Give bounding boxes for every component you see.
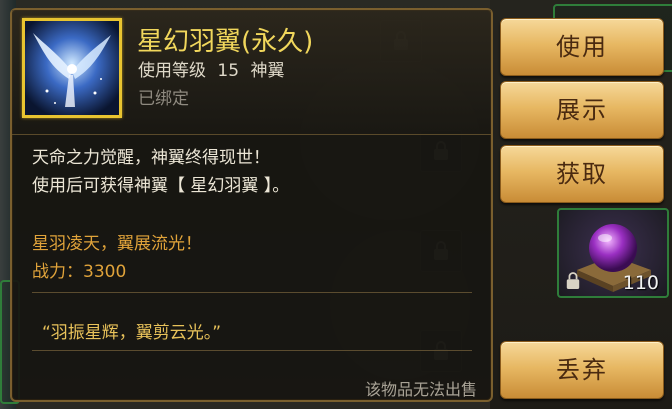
sell-restriction-note: 该物品无法出售 (364, 380, 477, 399)
item-count: 110 (622, 272, 659, 294)
item-quote: “羽振星辉，翼剪云光。” (42, 323, 222, 343)
use-button[interactable]: 使用 (500, 18, 664, 76)
lock-icon (566, 272, 580, 289)
discard-button[interactable]: 丢弃 (500, 341, 664, 399)
item-icon-frame (22, 18, 122, 118)
description-line: 使用后可获得神翼【 星幻羽翼 】。 (32, 176, 290, 196)
bind-status: 已绑定 (138, 89, 189, 109)
description-line: 天命之力觉醒，神翼终得现世！ (32, 148, 270, 168)
flavor-line: 星羽凌天，翼展流光！ (32, 234, 202, 254)
obtain-button[interactable]: 获取 (500, 145, 664, 203)
inventory-slot-orb[interactable]: 110 (557, 208, 669, 298)
combat-power: 战力：3300 (32, 262, 127, 282)
show-button[interactable]: 展示 (500, 81, 664, 139)
angel-wings-icon (25, 21, 119, 115)
item-description: 天命之力觉醒，神翼终得现世！ 使用后可获得神翼【 星幻羽翼 】。 (32, 144, 289, 200)
item-flavor: 星羽凌天，翼展流光！ 战力：3300 (32, 230, 202, 286)
item-tooltip-panel: 星幻羽翼(永久) 使用等级 15 神翼 已绑定 天命之力觉醒，神翼终得现世！ 使… (10, 8, 493, 402)
divider (32, 350, 472, 351)
item-level-type: 使用等级 15 神翼 (138, 61, 285, 81)
divider (32, 292, 472, 293)
item-name: 星幻羽翼(永久) (137, 27, 314, 57)
